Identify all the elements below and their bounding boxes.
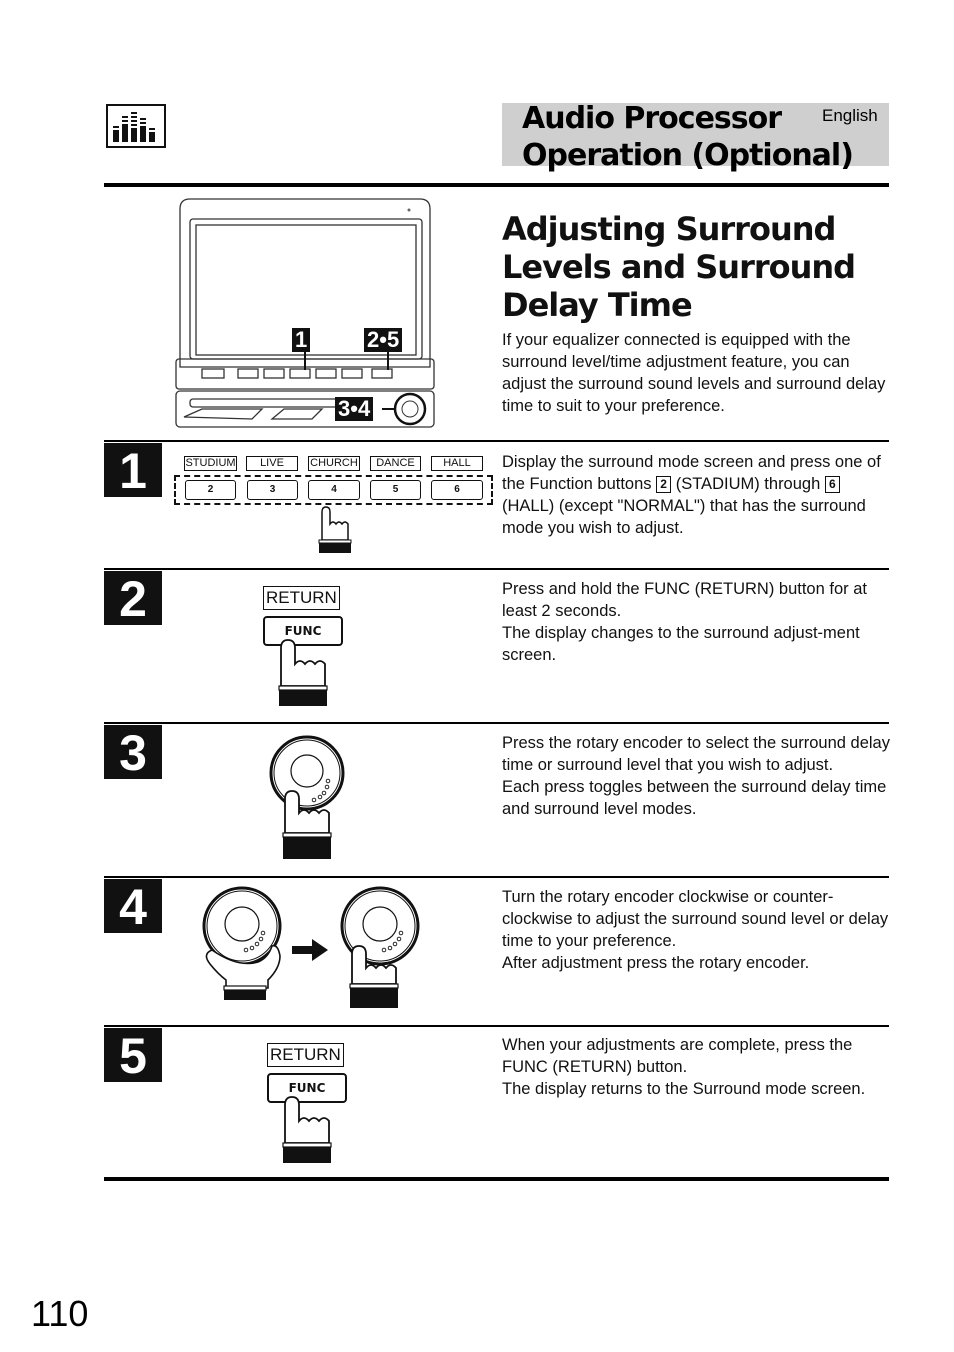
step-2-number: 2 [104, 571, 162, 627]
step-1-text-b: (STADIUM) through [675, 475, 821, 493]
equalizer-icon [106, 104, 166, 148]
function-button-2[interactable]: 2 [185, 480, 236, 500]
mode-label-hall: HALL [431, 456, 483, 471]
header-title: Audio Processor Operation (Optional) [522, 100, 854, 174]
section-title-line1: Adjusting Surround [502, 210, 836, 248]
header-rule [104, 183, 889, 187]
function-button-5[interactable]: 5 [370, 480, 421, 500]
mode-label-dance: DANCE [370, 456, 421, 471]
header-title-line2: Operation (Optional) [522, 138, 854, 173]
step-5-number: 5 [104, 1028, 162, 1084]
step-2-rule [104, 568, 889, 570]
step-4-text: Turn the rotary encoder clockwise or cou… [502, 888, 889, 972]
section-title-line2: Levels and Surround [502, 248, 856, 286]
rotary-encoder-turn-illustration [198, 884, 288, 1007]
button-ref-2: 2 [656, 476, 672, 493]
step-1-rule [104, 440, 889, 442]
button-ref-6: 6 [824, 476, 840, 493]
callout-step-1: 1 [292, 328, 311, 352]
mode-label-studium: STUDIUM [184, 456, 237, 471]
section-title-line3: Delay Time [502, 286, 693, 324]
bottom-rule [104, 1177, 889, 1181]
step-4-number: 4 [104, 879, 162, 935]
intro-text: If your equalizer connected is equipped … [502, 331, 886, 415]
step-3-rule [104, 722, 889, 724]
step-1-text-c: (HALL) (except "NORMAL") that has the su… [502, 497, 866, 537]
language-label: English [822, 106, 878, 125]
head-unit-illustration: 1 2•5 3•4 [172, 197, 438, 429]
step-5-rule [104, 1025, 889, 1027]
arrow-right-icon [292, 939, 328, 966]
step-1-number: 1 [104, 443, 162, 499]
step-5-text: When your adjustments are complete, pres… [502, 1036, 866, 1098]
function-button-4[interactable]: 4 [308, 480, 360, 500]
step-4-rule [104, 876, 889, 878]
callout-step-3-4: 3•4 [335, 397, 374, 421]
return-label: RETURN [267, 1043, 344, 1067]
function-button-6[interactable]: 6 [431, 480, 483, 500]
mode-label-church: CHURCH [308, 456, 360, 471]
pointing-hand-icon [277, 638, 331, 713]
pointing-hand-icon [281, 1095, 335, 1170]
step-2-text: Press and hold the FUNC (RETURN) button … [502, 580, 867, 664]
rotary-encoder-press-illustration [336, 884, 426, 1015]
pointing-hand-icon [316, 506, 352, 559]
page-number: 110 [31, 1293, 89, 1334]
step-3-number: 3 [104, 725, 162, 781]
mode-label-live: LIVE [246, 456, 298, 471]
callout-step-2-5: 2•5 [364, 328, 403, 352]
step-1-text: Display the surround mode screen and pre… [502, 451, 894, 539]
return-label: RETURN [263, 586, 340, 610]
rotary-encoder-press-illustration [265, 733, 355, 868]
step-3-text: Press the rotary encoder to select the s… [502, 734, 890, 818]
section-title: Adjusting Surround Levels and Surround D… [502, 210, 856, 324]
header-title-line1: Audio Processor [522, 101, 782, 136]
function-button-3[interactable]: 3 [247, 480, 298, 500]
